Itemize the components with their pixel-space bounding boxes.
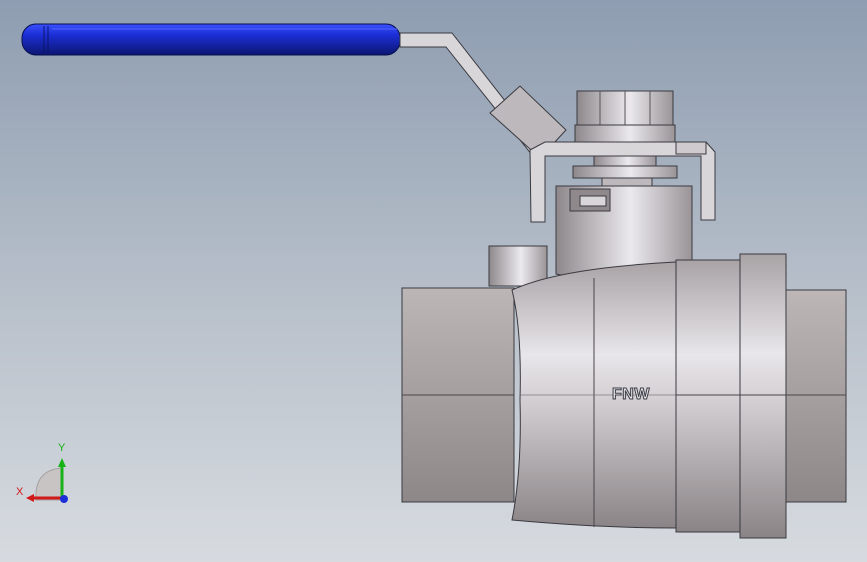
x-axis-label: X (16, 486, 24, 498)
stop-lug (488, 245, 548, 287)
orientation-triad[interactable] (26, 458, 68, 503)
washer (574, 124, 676, 144)
valve-handle[interactable] (21, 23, 567, 161)
y-axis-arrow (58, 458, 66, 467)
x-axis-arrow (26, 494, 34, 502)
end-cap (675, 259, 741, 533)
y-axis-label: Y (58, 442, 66, 454)
body-stamp-text: FNW (612, 386, 650, 404)
z-axis-dot (60, 495, 68, 503)
cad-viewport[interactable] (0, 0, 867, 562)
end-cap-flange (739, 253, 787, 539)
right-port (785, 289, 847, 503)
